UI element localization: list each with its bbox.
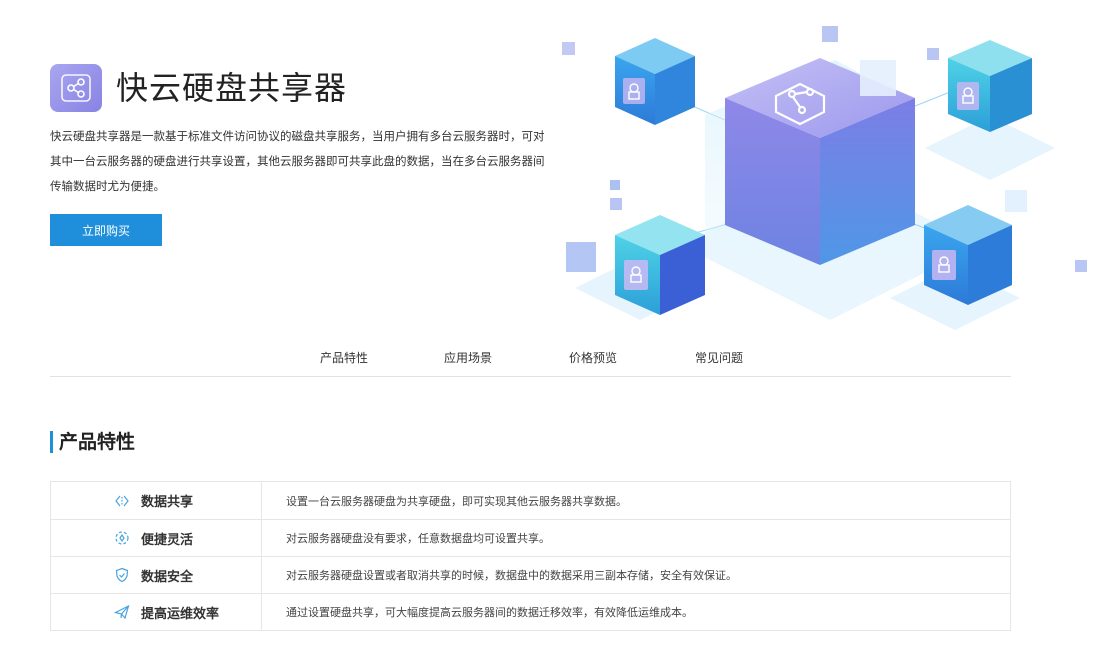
section-heading-features: 产品特性 xyxy=(50,431,135,453)
buy-now-button[interactable]: 立即购买 xyxy=(50,214,162,246)
paper-plane-icon xyxy=(113,603,131,621)
feature-name: 数据安全 xyxy=(141,569,194,585)
feature-description: 对云服务器硬盘没有要求，任意数据盘均可设置共享。 xyxy=(286,532,550,545)
product-logo xyxy=(50,64,102,112)
product-title: 快云硬盘共享器 xyxy=(116,69,348,107)
feature-table: 数据共享 设置一台云服务器硬盘为共享硬盘，即可实现其他云服务器共享数据。 便捷灵… xyxy=(50,481,1011,631)
share-icon xyxy=(61,74,91,102)
data-share-icon xyxy=(113,492,131,510)
nav-item-pricing[interactable]: 价格预览 xyxy=(569,349,617,366)
section-nav: 产品特性 应用场景 价格预览 常见问题 xyxy=(50,340,1011,377)
feature-name: 便捷灵活 xyxy=(141,532,194,548)
feature-description: 对云服务器硬盘设置或者取消共享的时候，数据盘中的数据采用三副本存储，安全有效保证… xyxy=(286,569,737,582)
hero-banner: 快云硬盘共享器 快云硬盘共享器是一款基于标准文件访问协议的磁盘共享服务，当用户拥… xyxy=(0,0,1110,340)
feature-name: 数据共享 xyxy=(141,495,194,510)
feature-row: 数据共享 设置一台云服务器硬盘为共享硬盘，即可实现其他云服务器共享数据。 xyxy=(51,482,1010,519)
nav-item-features[interactable]: 产品特性 xyxy=(320,349,368,366)
cloud-disk-illustration xyxy=(562,26,1087,330)
feature-description: 通过设置硬盘共享，可大幅度提高云服务器间的数据迁移效率，有效降低运维成本。 xyxy=(286,606,693,619)
feature-head: 数据共享 xyxy=(51,482,262,519)
feature-row: 数据安全 对云服务器硬盘设置或者取消共享的时候，数据盘中的数据采用三副本存储，安… xyxy=(51,556,1010,593)
feature-name: 提高运维效率 xyxy=(141,606,220,622)
nav-item-scenarios[interactable]: 应用场景 xyxy=(444,349,492,366)
feature-description: 设置一台云服务器硬盘为共享硬盘，即可实现其他云服务器共享数据。 xyxy=(286,494,627,508)
product-description: 快云硬盘共享器是一款基于标准文件访问协议的磁盘共享服务，当用户拥有多台云服务器时… xyxy=(50,129,545,193)
nav-item-faq[interactable]: 常见问题 xyxy=(695,349,743,366)
feature-row: 提高运维效率 通过设置硬盘共享，可大幅度提高云服务器间的数据迁移效率，有效降低运… xyxy=(51,593,1010,630)
feature-head: 数据安全 xyxy=(51,557,262,593)
shield-icon xyxy=(113,566,131,584)
feature-row: 便捷灵活 对云服务器硬盘没有要求，任意数据盘均可设置共享。 xyxy=(51,519,1010,556)
flexible-icon xyxy=(113,529,131,547)
feature-head: 提高运维效率 xyxy=(51,594,262,630)
feature-head: 便捷灵活 xyxy=(51,520,262,556)
